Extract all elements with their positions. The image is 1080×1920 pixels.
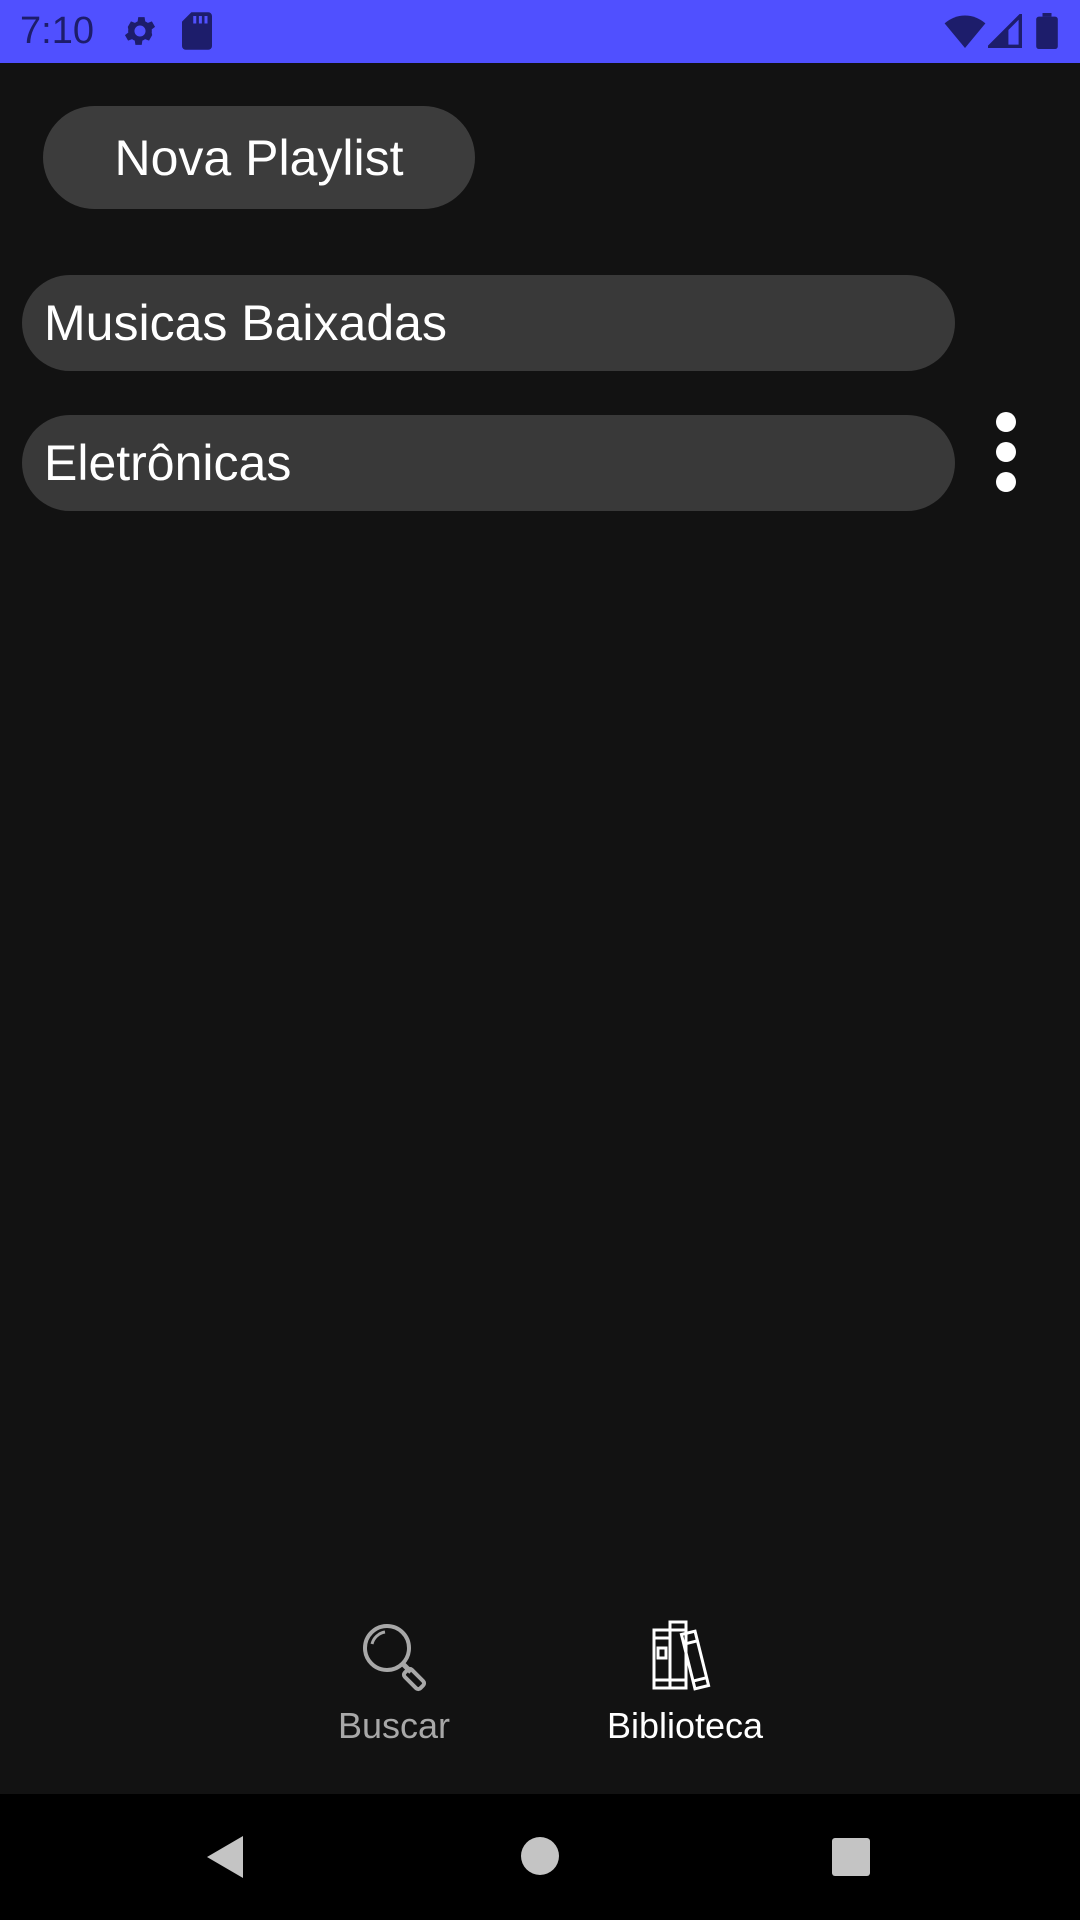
nav-buscar[interactable]: Buscar: [294, 1618, 494, 1758]
signal-icon: [985, 11, 1022, 53]
playlist-item-label: Eletrônicas: [44, 435, 292, 491]
nav-biblioteca-label: Biblioteca: [606, 1705, 764, 1746]
back-icon[interactable]: [205, 1834, 245, 1885]
playlist-item-label: Musicas Baixadas: [44, 295, 447, 351]
sd-card-icon: [182, 12, 212, 55]
gear-icon: [121, 12, 159, 55]
home-icon[interactable]: [520, 1836, 560, 1881]
system-navigation-bar: [0, 1794, 1080, 1920]
wifi-icon: [944, 14, 986, 53]
nav-buscar-label: Buscar: [337, 1705, 451, 1746]
status-bar: 7:10: [0, 0, 1080, 63]
recents-icon[interactable]: [831, 1837, 871, 1882]
new-playlist-button[interactable]: Nova Playlist: [43, 106, 475, 209]
library-icon: [648, 1618, 722, 1697]
more-options-icon[interactable]: [990, 412, 1022, 496]
playlist-item[interactable]: Eletrônicas: [22, 415, 955, 511]
search-icon: [357, 1618, 431, 1697]
status-time: 7:10: [20, 10, 94, 52]
nav-biblioteca[interactable]: Biblioteca: [585, 1618, 785, 1758]
battery-icon: [1036, 13, 1058, 54]
playlist-item[interactable]: Musicas Baixadas: [22, 275, 955, 371]
